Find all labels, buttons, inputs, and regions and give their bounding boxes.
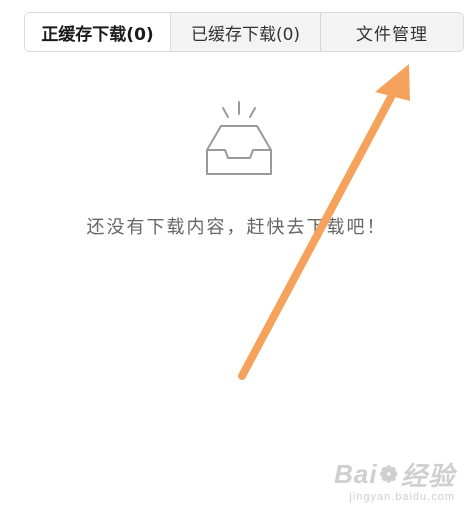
baidu-watermark: Bai ❁ 经验 jingyan.baidu.com <box>334 456 455 503</box>
annotation-arrow-icon <box>238 64 410 380</box>
tab-downloaded[interactable]: 已缓存下载(0) <box>171 13 321 51</box>
empty-message: 还没有下载内容，赶快去下载吧！ <box>86 217 387 238</box>
tab-downloading[interactable]: 正缓存下载(0) <box>25 13 171 51</box>
watermark-url: jingyan.baidu.com <box>349 491 455 503</box>
watermark-brand-suffix: 经验 <box>400 461 455 491</box>
watermark-brand-prefix: Bai <box>334 459 378 489</box>
download-tabs: 正缓存下载(0) 已缓存下载(0) 文件管理 <box>24 12 464 52</box>
paw-icon: ❁ <box>379 461 399 487</box>
empty-tray-icon <box>206 101 272 175</box>
tab-file-management[interactable]: 文件管理 <box>321 13 463 51</box>
